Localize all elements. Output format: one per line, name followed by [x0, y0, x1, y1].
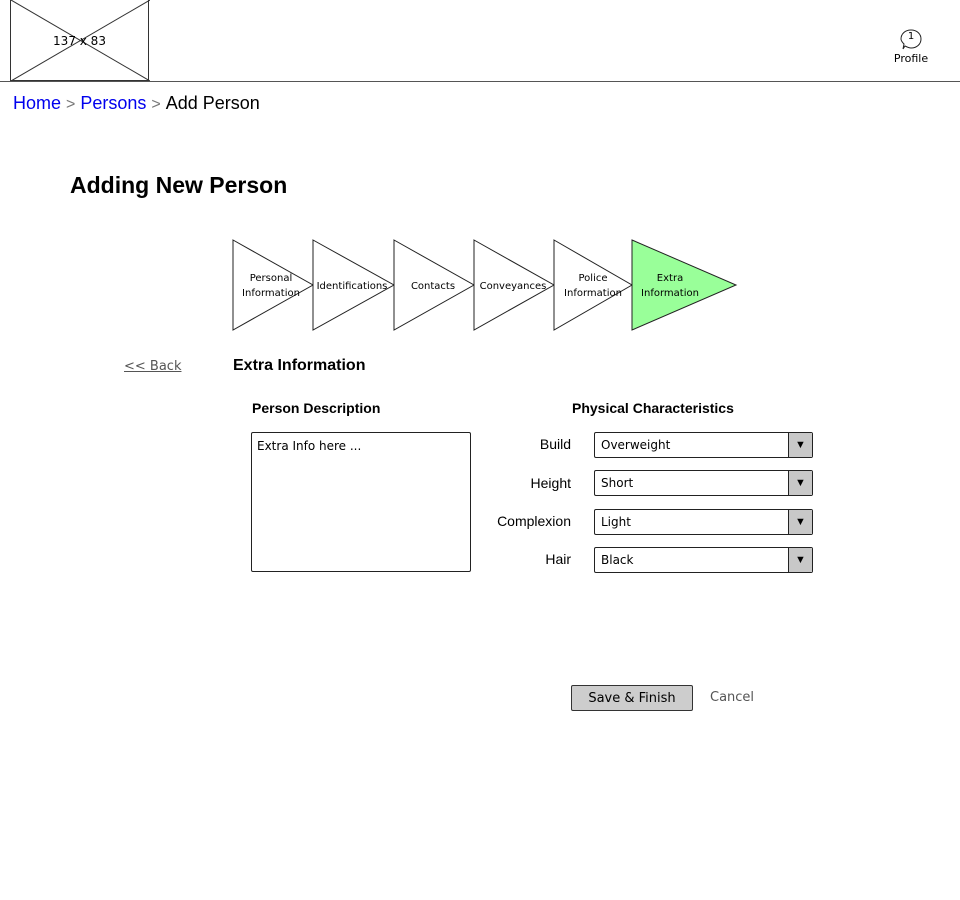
- breadcrumb-separator: >: [151, 96, 161, 113]
- build-label: Build: [539, 436, 571, 452]
- person-description-textarea[interactable]: Extra Info here ...: [251, 432, 471, 572]
- profile-button[interactable]: 1 Profile: [886, 28, 936, 65]
- dropdown-arrow-icon[interactable]: ▼: [788, 548, 812, 572]
- breadcrumb-current: Add Person: [165, 93, 260, 113]
- hair-select-value: Black: [601, 553, 634, 567]
- breadcrumb-separator: >: [66, 96, 76, 113]
- wizard-steps: Personal Information Identifications Con…: [228, 236, 740, 334]
- complexion-label: Complexion: [497, 513, 571, 529]
- wizard-step-personal-information[interactable]: Personal Information: [231, 271, 311, 301]
- dropdown-arrow-icon[interactable]: ▼: [788, 471, 812, 495]
- height-select-value: Short: [601, 476, 634, 490]
- wizard-step-police-information[interactable]: Police Information: [553, 271, 633, 301]
- wizard-step-identifications[interactable]: Identifications: [312, 279, 392, 294]
- save-finish-button[interactable]: Save & Finish: [571, 685, 693, 711]
- back-link[interactable]: << Back: [124, 359, 181, 374]
- wizard-step-extra-information[interactable]: Extra Information: [630, 271, 710, 301]
- section-title: Extra Information: [233, 357, 366, 374]
- hair-label: Hair: [545, 551, 571, 567]
- wizard-step-conveyances[interactable]: Conveyances: [473, 279, 553, 294]
- build-select[interactable]: Overweight ▼: [594, 432, 813, 458]
- wizard-step-contacts[interactable]: Contacts: [393, 279, 473, 294]
- header-divider: [0, 81, 960, 82]
- complexion-select-value: Light: [601, 515, 631, 529]
- notification-bubble-icon: 1: [900, 28, 922, 50]
- page-title: Adding New Person: [70, 172, 288, 198]
- dropdown-arrow-icon[interactable]: ▼: [788, 510, 812, 534]
- breadcrumb-home[interactable]: Home: [13, 93, 61, 113]
- logo-placeholder: 137 x 83: [10, 0, 150, 81]
- height-label: Height: [530, 475, 571, 491]
- dropdown-arrow-icon[interactable]: ▼: [788, 433, 812, 457]
- hair-select[interactable]: Black ▼: [594, 547, 813, 573]
- physical-characteristics-heading: Physical Characteristics: [572, 400, 734, 416]
- breadcrumb: Home > Persons > Add Person: [13, 93, 260, 114]
- build-select-value: Overweight: [601, 438, 671, 452]
- breadcrumb-persons[interactable]: Persons: [80, 93, 146, 113]
- logo-dimensions: 137 x 83: [53, 34, 106, 48]
- height-select[interactable]: Short ▼: [594, 470, 813, 496]
- person-description-heading: Person Description: [252, 400, 381, 416]
- cancel-link[interactable]: Cancel: [710, 690, 754, 705]
- notification-count: 1: [907, 31, 915, 42]
- complexion-select[interactable]: Light ▼: [594, 509, 813, 535]
- profile-label: Profile: [893, 52, 929, 65]
